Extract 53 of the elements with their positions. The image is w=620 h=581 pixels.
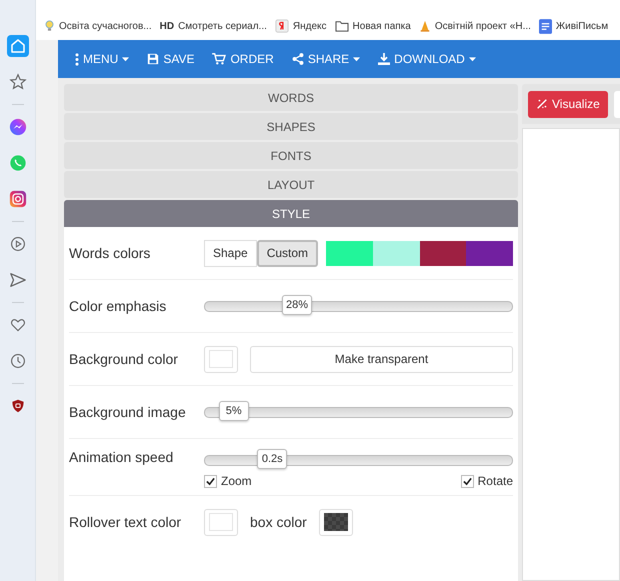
menu-icon bbox=[75, 52, 79, 66]
cart-icon bbox=[212, 53, 226, 65]
accordion-header[interactable]: LAYOUT bbox=[64, 171, 518, 198]
color-picker[interactable] bbox=[204, 508, 238, 536]
setting-label: Words colors bbox=[69, 245, 152, 261]
checkbox-label: Zoom bbox=[221, 474, 252, 488]
bookmark-link[interactable]: Новая папка bbox=[352, 20, 411, 32]
bookmark-link[interactable]: Яндекс bbox=[292, 20, 327, 32]
setting-label: Animation speed bbox=[69, 449, 174, 465]
toggle-option[interactable]: Shape bbox=[204, 240, 257, 266]
checkbox-label: Rotate bbox=[478, 474, 513, 488]
color-picker[interactable] bbox=[318, 508, 353, 536]
color-swatch[interactable] bbox=[326, 240, 373, 266]
toolbar-button[interactable]: SHARE bbox=[286, 48, 366, 70]
color-swatch[interactable] bbox=[420, 240, 466, 266]
bookmark-link[interactable]: Освіта сучасногов... bbox=[59, 20, 152, 32]
yandex-icon bbox=[274, 19, 289, 33]
share-icon bbox=[292, 53, 304, 65]
toolbar-button[interactable]: ORDER bbox=[207, 48, 279, 70]
accordion-header[interactable]: STYLE bbox=[64, 200, 518, 227]
document-icon bbox=[538, 18, 552, 34]
slider-thumb[interactable]: 0.2s bbox=[257, 449, 288, 469]
setting-label: Background image bbox=[69, 404, 187, 420]
checkbox[interactable] bbox=[204, 474, 217, 488]
toggle-option[interactable]: Custom bbox=[256, 240, 318, 266]
accordion-header[interactable]: SHAPES bbox=[64, 113, 518, 140]
setting-label: box color bbox=[250, 514, 307, 530]
bookmark-link[interactable]: Смотреть сериал... bbox=[178, 20, 267, 32]
lightbulb-icon bbox=[44, 19, 55, 33]
slider-thumb[interactable]: 28% bbox=[282, 294, 312, 314]
color-swatch[interactable] bbox=[466, 240, 513, 266]
color-picker[interactable] bbox=[204, 346, 238, 372]
folder-icon bbox=[334, 20, 349, 32]
checkbox[interactable] bbox=[460, 474, 474, 488]
download-icon bbox=[378, 53, 390, 65]
slider-thumb[interactable]: 5% bbox=[218, 400, 249, 420]
magic-wand-icon bbox=[536, 98, 548, 110]
bookmark-link[interactable]: ЖивіПисьм bbox=[556, 20, 608, 32]
hd-label: HD bbox=[160, 20, 174, 32]
color-swatch[interactable] bbox=[372, 240, 420, 266]
accordion-header[interactable]: FONTS bbox=[64, 142, 518, 169]
toolbar-button[interactable]: SAVE bbox=[142, 48, 200, 70]
visualize-button[interactable]: Visualize bbox=[528, 90, 608, 118]
bookmark-link[interactable]: Освітній проект «Н... bbox=[434, 20, 531, 32]
setting-label: Rollover text color bbox=[69, 514, 182, 530]
toolbar-button[interactable]: DOWNLOAD bbox=[373, 48, 481, 70]
home-icon[interactable] bbox=[6, 35, 28, 57]
accordion-header[interactable]: WORDS bbox=[64, 84, 518, 111]
setting-label: Background color bbox=[69, 351, 179, 367]
cone-icon bbox=[418, 20, 431, 32]
make-transparent-button[interactable]: Make transparent bbox=[250, 346, 513, 372]
setting-label: Color emphasis bbox=[69, 298, 168, 314]
toolbar-button[interactable]: MENU bbox=[70, 48, 134, 70]
